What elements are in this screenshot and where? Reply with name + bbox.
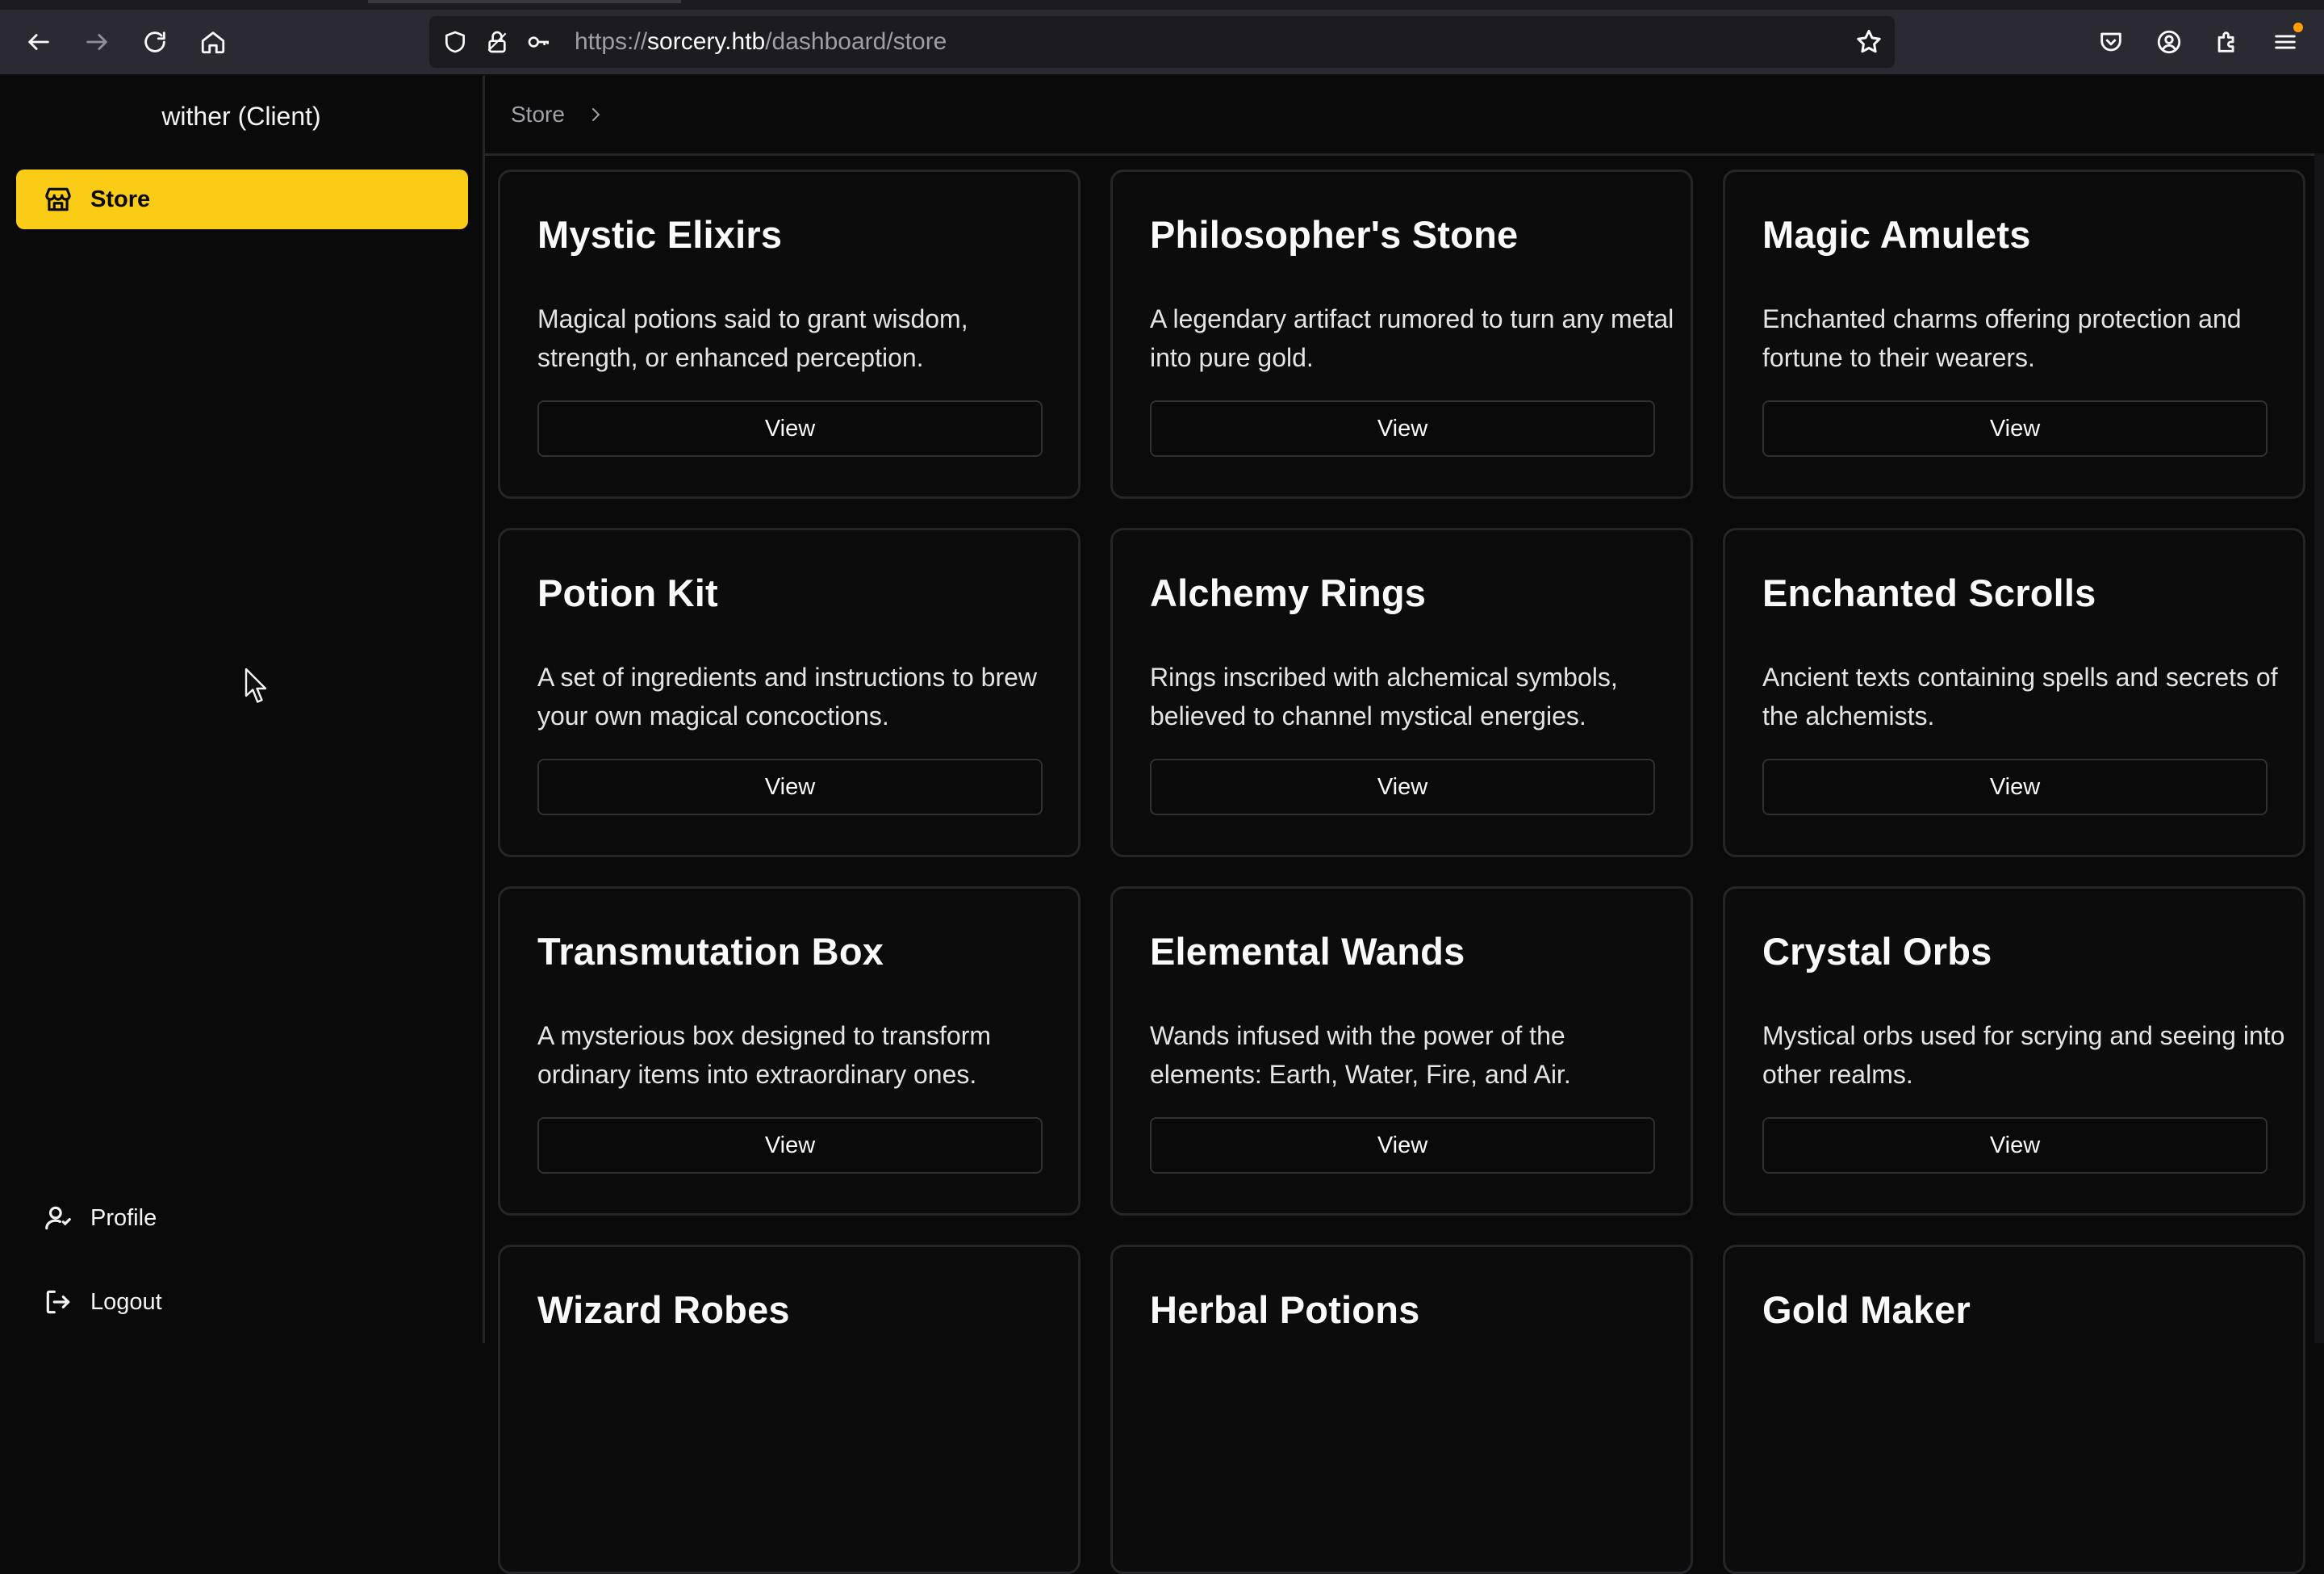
view-button[interactable]: View [1150, 1117, 1655, 1174]
sidebar-item-profile[interactable]: Profile [16, 1188, 468, 1248]
product-title: Crystal Orbs [1762, 930, 1992, 973]
product-title: Philosopher's Stone [1150, 213, 1519, 256]
product-card: Magic Amulets Enchanted charms offering … [1723, 170, 2305, 499]
app-root: wither (Client) Store Profile Logout Sto… [0, 76, 2324, 1574]
product-description: Rings inscribed with alchemical symbols,… [1150, 663, 1618, 730]
scrollbar[interactable] [2314, 153, 2324, 1343]
product-title: Wizard Robes [537, 1288, 790, 1331]
product-card: Wizard Robes [498, 1245, 1080, 1574]
product-description: Mystical orbs used for scrying and seein… [1762, 1021, 2285, 1089]
view-button[interactable]: View [1762, 759, 2268, 815]
bookmark-star-icon[interactable] [1854, 27, 1883, 57]
view-button[interactable]: View [537, 759, 1043, 815]
hamburger-icon [2275, 35, 2296, 49]
product-card: Enchanted Scrolls Ancient texts containi… [1723, 528, 2305, 857]
product-title: Herbal Potions [1150, 1288, 1420, 1331]
url-path: /dashboard/store [765, 28, 947, 55]
user-icon [42, 1202, 74, 1234]
pocket-button[interactable] [2090, 21, 2132, 63]
product-title: Elemental Wands [1150, 930, 1465, 973]
product-title: Mystic Elixirs [537, 213, 783, 256]
mouse-cursor-icon [245, 668, 267, 703]
forward-button[interactable] [76, 21, 118, 63]
view-button[interactable]: View [537, 1117, 1043, 1174]
product-card: Crystal Orbs Mystical orbs used for scry… [1723, 886, 2305, 1216]
breadcrumb-item-store[interactable]: Store [511, 102, 565, 128]
product-title: Enchanted Scrolls [1762, 571, 2096, 614]
breadcrumb-bar: Store [485, 76, 2324, 156]
home-icon [201, 31, 225, 54]
product-description: Ancient texts containing spells and secr… [1762, 663, 2278, 730]
address-bar[interactable]: https://sorcery.htb/dashboard/store [429, 16, 1895, 68]
view-button[interactable]: View [1762, 400, 2268, 457]
product-card: Philosopher's Stone A legendary artifact… [1110, 170, 1693, 499]
url-host: sorcery.htb [647, 28, 766, 55]
sidebar-user-label: wither (Client) [161, 101, 321, 131]
extensions-button[interactable] [2206, 21, 2248, 63]
browser-toolbar: https://sorcery.htb/dashboard/store [0, 10, 2324, 76]
menu-button[interactable] [2264, 21, 2306, 63]
chevron-right-icon [591, 108, 600, 121]
product-card: Elemental Wands Wands infused with the p… [1110, 886, 1693, 1216]
product-title: Gold Maker [1762, 1288, 1971, 1331]
shield-icon[interactable] [441, 27, 470, 57]
logout-icon [42, 1286, 74, 1318]
sidebar-item-label: Logout [90, 1288, 162, 1315]
puzzle-icon [2217, 31, 2234, 52]
product-card: Mystic Elixirs Magical potions said to g… [498, 170, 1080, 499]
url-scheme: https:// [575, 28, 648, 55]
store-icon [42, 183, 74, 216]
product-card: Herbal Potions [1110, 1245, 1693, 1574]
product-card: Transmutation Box A mysterious box desig… [498, 886, 1080, 1216]
sidebar-item-label: Store [90, 186, 151, 212]
pocket-icon [2100, 32, 2121, 52]
product-description: A mysterious box designed to transform o… [537, 1021, 992, 1089]
active-tab-indicator[interactable] [368, 0, 681, 3]
sidebar-item-store[interactable]: Store [16, 170, 468, 229]
browser-tab-strip [0, 0, 2324, 10]
lock-icon[interactable] [483, 27, 512, 57]
product-card: Alchemy Rings Rings inscribed with alche… [1110, 528, 1693, 857]
view-button[interactable]: View [1762, 1117, 2268, 1174]
view-button[interactable]: View [1150, 400, 1655, 457]
view-button[interactable]: View [1150, 759, 1655, 815]
product-card: Potion Kit A set of ingredients and inst… [498, 528, 1080, 857]
product-title: Potion Kit [537, 571, 718, 614]
key-icon[interactable] [525, 27, 554, 57]
product-description: Magical potions said to grant wisdom, st… [537, 304, 968, 372]
sidebar-item-label: Profile [90, 1204, 157, 1231]
home-button[interactable] [192, 21, 234, 63]
account-icon [2157, 30, 2181, 54]
view-button[interactable]: View [537, 400, 1043, 457]
sidebar: wither (Client) Store Profile Logout [0, 76, 485, 1343]
product-title: Alchemy Rings [1150, 571, 1427, 614]
arrow-right-icon [86, 34, 107, 50]
reload-button[interactable] [134, 21, 176, 63]
reload-icon [144, 31, 165, 52]
product-description: Wands infused with the power of the elem… [1150, 1021, 1571, 1089]
product-card: Gold Maker [1723, 1245, 2305, 1574]
update-badge [2293, 23, 2303, 32]
product-description: Enchanted charms offering protection and… [1762, 304, 2242, 372]
product-description: A set of ingredients and instructions to… [537, 663, 1038, 730]
arrow-left-icon [28, 34, 49, 50]
product-title: Transmutation Box [537, 930, 884, 973]
product-title: Magic Amulets [1762, 213, 2031, 256]
main-content: Store Mystic Elixirs Magical potions sai… [485, 76, 2324, 1574]
breadcrumb: Store [511, 102, 605, 128]
sidebar-item-logout[interactable]: Logout [16, 1272, 468, 1332]
url-text[interactable]: https://sorcery.htb/dashboard/store [575, 16, 947, 68]
product-description: A legendary artifact rumored to turn any… [1150, 304, 1674, 372]
account-button[interactable] [2148, 21, 2190, 63]
back-button[interactable] [18, 21, 60, 63]
